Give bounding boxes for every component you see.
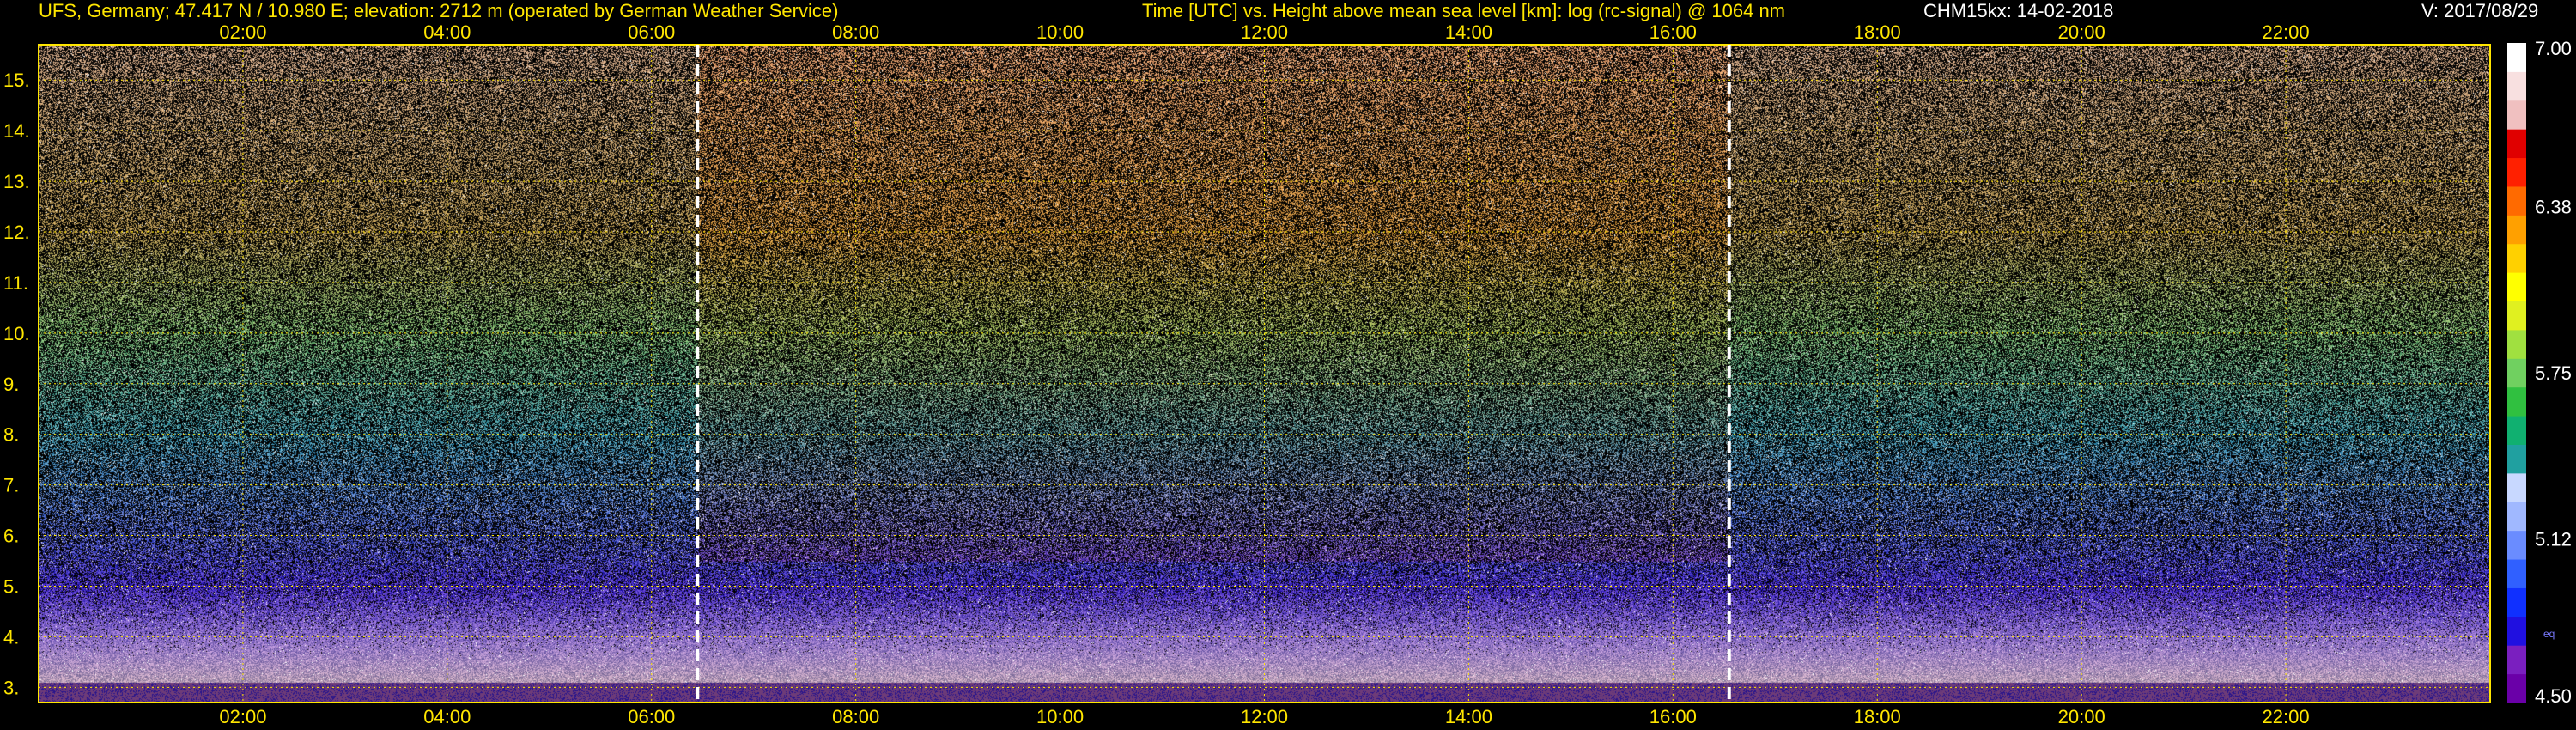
colorbar-swatch (2507, 301, 2526, 331)
x-tick-label: 18:00 (1854, 21, 1901, 43)
y-tick-label: 7. (3, 475, 19, 496)
x-tick-label: 12:00 (1241, 21, 1288, 43)
y-tick-label: 3. (3, 677, 19, 698)
colorbar-swatch (2507, 272, 2526, 302)
x-tick-label: 04:00 (423, 706, 471, 727)
x-tick-label: 16:00 (1649, 21, 1697, 43)
colorbar-label: 4.50 (2535, 685, 2572, 707)
x-tick-label: 14:00 (1445, 21, 1492, 43)
colorbar-label: 5.75 (2535, 362, 2572, 384)
chart-overlay: 02:00 04:00 06:00 08:00 10:00 12:00 14:00 16:00… (3, 21, 2572, 727)
colorbar-labels: 7.00 6.38 5.75 5.12 4.50 (2535, 38, 2572, 707)
x-tick-label: 02:00 (219, 21, 266, 43)
y-tick-label: 13. (3, 171, 30, 192)
y-tick-labels: 3. 4. 5. 6. 7. 8. 9. 10. 11. 12. 13. 14. 15. (3, 70, 30, 698)
colorbar-label: 7.00 (2535, 38, 2572, 59)
colorbar-swatch (2507, 243, 2526, 273)
colorbar-swatch (2507, 530, 2526, 560)
colorbar-annotation: eq (2543, 628, 2555, 640)
x-tick-label: 20:00 (2058, 21, 2105, 43)
y-tick-label: 4. (3, 626, 19, 648)
x-tick-label: 16:00 (1649, 706, 1697, 727)
colorbar-swatch (2507, 673, 2526, 703)
colorbar-swatch (2507, 444, 2526, 474)
grid-lines (39, 45, 2490, 703)
colorbar-swatch (2507, 559, 2526, 588)
colorbar-swatch (2507, 71, 2526, 101)
ceilometer-plot: UFS, Germany; 47.417 N / 10.980 E; eleva… (0, 0, 2576, 730)
colorbar-swatch (2507, 587, 2526, 617)
y-tick-label: 10. (3, 323, 30, 344)
x-tick-label: 18:00 (1854, 706, 1901, 727)
y-tick-label: 14. (3, 120, 30, 142)
colorbar-swatch (2507, 157, 2526, 187)
x-tick-label: 12:00 (1241, 706, 1288, 727)
x-tick-label: 08:00 (832, 706, 879, 727)
colorbar-swatch (2507, 616, 2526, 646)
y-tick-label: 6. (3, 526, 19, 547)
x-tick-label: 06:00 (628, 706, 675, 727)
x-tick-label: 06:00 (628, 21, 675, 43)
x-tick-label: 14:00 (1445, 706, 1492, 727)
x-tick-labels-bottom: 02:00 04:00 06:00 08:00 10:00 12:00 14:00 16:00… (219, 706, 2309, 727)
x-tick-label: 10:00 (1036, 21, 1084, 43)
y-tick-label: 12. (3, 222, 30, 243)
colorbar (2507, 43, 2526, 703)
colorbar-swatch (2507, 386, 2526, 417)
x-tick-label: 22:00 (2263, 706, 2310, 727)
x-tick-labels-top: 02:00 04:00 06:00 08:00 10:00 12:00 14:00 16:00… (219, 21, 2309, 43)
colorbar-swatch (2507, 472, 2526, 502)
y-tick-label: 9. (3, 374, 19, 395)
colorbar-swatch (2507, 358, 2526, 388)
colorbar-swatch (2507, 43, 2526, 72)
colorbar-swatch (2507, 416, 2526, 445)
x-tick-label: 20:00 (2058, 706, 2105, 727)
y-tick-label: 11. (3, 272, 28, 294)
x-tick-label: 10:00 (1036, 706, 1084, 727)
colorbar-label: 5.12 (2535, 529, 2572, 551)
colorbar-swatch (2507, 502, 2526, 532)
y-tick-label: 5. (3, 575, 19, 597)
colorbar-swatch (2507, 129, 2526, 159)
y-tick-label: 15. (3, 70, 30, 91)
y-tick-label: 8. (3, 424, 19, 446)
colorbar-label: 6.38 (2535, 196, 2572, 217)
x-tick-label: 04:00 (423, 21, 471, 43)
colorbar-swatch (2507, 645, 2526, 675)
colorbar-swatch (2507, 186, 2526, 216)
colorbar-swatch (2507, 215, 2526, 245)
x-tick-label: 22:00 (2263, 21, 2310, 43)
x-tick-label: 08:00 (832, 21, 879, 43)
colorbar-swatch (2507, 100, 2526, 130)
x-tick-label: 02:00 (219, 706, 266, 727)
colorbar-swatch (2507, 329, 2526, 359)
vertical-markers (696, 45, 1731, 703)
